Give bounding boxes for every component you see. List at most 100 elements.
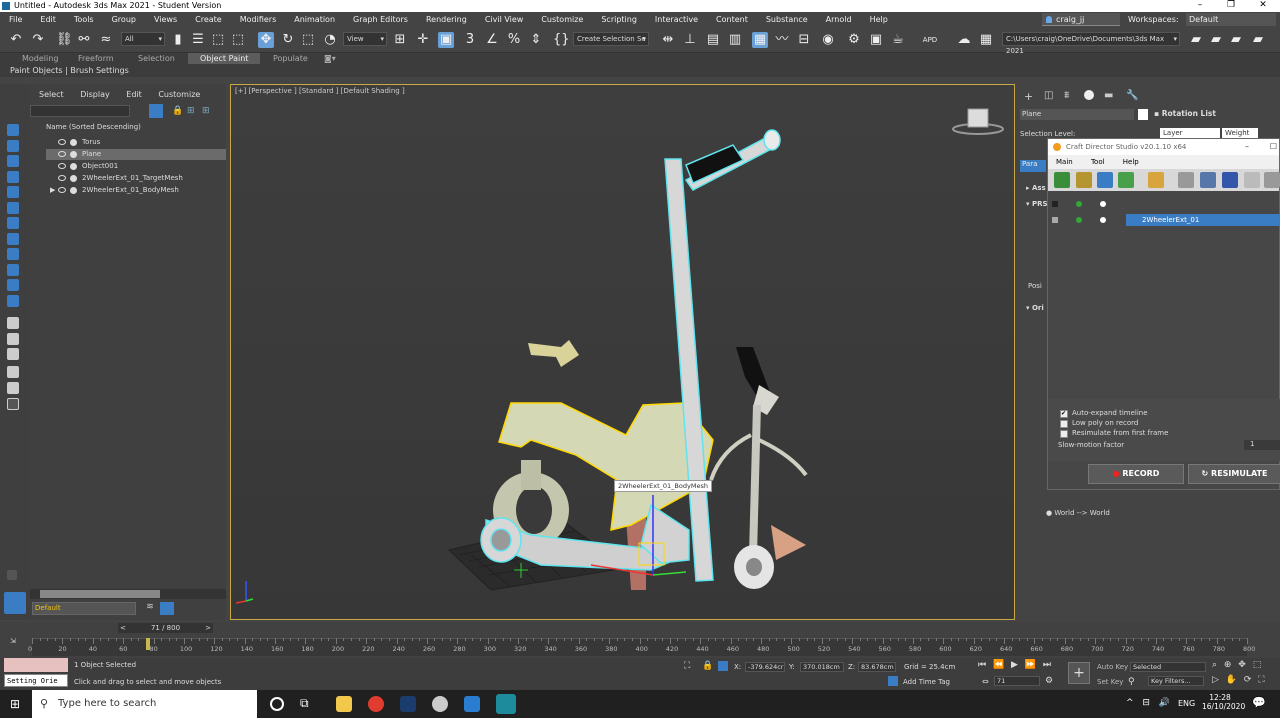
timeline-toggle-icon[interactable]: ⇲ [10,637,22,645]
time-slider-prev-icon[interactable]: < [120,623,126,633]
funnel-icon[interactable] [7,382,19,394]
workspaces-dropdown[interactable]: Default [1186,13,1276,26]
menu-customize[interactable]: Customize [532,12,592,27]
edit-named-selection-icon[interactable]: {} [553,32,570,48]
cortana-icon[interactable] [270,697,284,711]
craft-camera-icon[interactable] [1076,172,1092,188]
time-tag-icon[interactable] [888,676,898,686]
redo-icon[interactable]: ↷ [30,32,46,48]
absolute-relative-icon[interactable] [718,661,728,671]
resimulate-first-checkbox[interactable]: Resimulate from first frame [1060,429,1168,438]
ribbon-tab-freeform[interactable]: Freeform [78,53,114,64]
expand-arrow-icon[interactable]: ▶ [50,185,55,196]
craft-menu-main[interactable]: Main [1048,158,1081,166]
slow-motion-input[interactable]: 1 [1244,440,1280,450]
language-indicator[interactable]: ENG [1178,699,1195,708]
menu-create[interactable]: Create [186,12,231,27]
visibility-eye-icon[interactable] [58,175,66,181]
explorer-menu-customize[interactable]: Customize [158,90,200,99]
time-config-icon[interactable]: ⚙ [1045,676,1053,686]
menu-file[interactable]: File [0,12,31,27]
container-icon[interactable] [7,398,19,410]
menu-civil-view[interactable]: Civil View [476,12,533,27]
menu-help[interactable]: Help [861,12,897,27]
prs-rollout[interactable]: ▾ PRS [1026,200,1048,208]
explorer-menu-edit[interactable]: Edit [126,90,142,99]
craft-help-icon[interactable] [1222,172,1238,188]
menu-tools[interactable]: Tools [65,12,103,27]
percent-snap-icon[interactable]: % [506,32,522,48]
toggle-scene-explorer-icon[interactable]: ▤ [705,32,721,48]
visibility-eye-icon[interactable] [58,187,66,193]
z-coordinate-field[interactable]: 83.678cm [858,662,896,672]
menu-scripting[interactable]: Scripting [592,12,646,27]
file-explorer-icon[interactable] [336,696,352,712]
craft-menu-help[interactable]: Help [1115,158,1147,166]
select-by-name-icon[interactable]: ☰ [190,32,206,48]
apd-label[interactable]: APD [922,32,938,48]
ribbon-tab-selection[interactable]: Selection [138,53,175,64]
display-groups-icon[interactable] [7,233,19,245]
parameters-button[interactable]: Para [1020,160,1046,172]
display-helpers-icon[interactable] [7,202,19,214]
menu-graph-editors[interactable]: Graph Editors [344,12,417,27]
move-icon[interactable]: ✥ [258,32,274,48]
create-tab-icon[interactable]: + [1024,90,1033,103]
utilities-tab-icon[interactable]: 🔧 [1126,90,1138,101]
current-frame-marker[interactable] [146,638,150,650]
ribbon-tab-modeling[interactable]: Modeling [22,53,58,64]
menu-modifiers[interactable]: Modifiers [231,12,286,27]
toggle-layer-explorer-icon[interactable]: ▥ [727,32,743,48]
menu-substance[interactable]: Substance [757,12,817,27]
key-set-dropdown[interactable]: Selected [1130,662,1206,672]
explorer-horizontal-scrollbar[interactable] [30,589,226,599]
place-icon[interactable]: ◔ [322,32,338,48]
rotate-icon[interactable]: ↻ [280,32,296,48]
project-path-dropdown[interactable]: C:\Users\craig\OneDrive\Documents\3ds Ma… [1002,32,1180,55]
set-project-icon[interactable]: ▰ [1188,32,1204,48]
maxscript-listener[interactable] [4,658,68,672]
craft-more-icon[interactable] [1264,172,1280,188]
layer-dropdown[interactable]: Default [32,602,136,615]
state-icon[interactable] [1100,217,1106,223]
selection-lock-icon[interactable]: 🔒 [702,661,713,671]
3dsmax-taskbar-icon[interactable] [496,694,516,714]
link-icon[interactable]: ⛓ [56,32,73,48]
hierarchy-icon[interactable]: ⊞ [187,106,195,116]
undo-icon[interactable]: ↶ [8,32,24,48]
rendered-frame-window-icon[interactable]: ▣ [868,32,884,48]
menu-rendering[interactable]: Rendering [417,12,476,27]
display-bones-icon[interactable] [7,264,19,276]
key-mode-icon[interactable]: ⇔ [982,677,989,686]
y-coordinate-field[interactable]: 370.018cm [800,662,844,672]
tree-item-body-mesh[interactable]: ▶ 2WheelerExt_01_BodyMesh [46,185,226,196]
snaps-toggle-icon[interactable]: 3 [462,32,478,48]
craft-minimize-button[interactable]: – [1245,139,1249,155]
ribbon-tab-object-paint[interactable]: Object Paint [188,53,261,64]
ribbon-options-icon[interactable]: ◙▾ [324,53,336,64]
window-crossing-icon[interactable]: ⬚ [230,32,246,48]
key-filter-icon[interactable]: ⚲ [1128,677,1135,687]
ribbon-tab-populate[interactable]: Populate [273,53,308,64]
explorer-column-header[interactable]: Name (Sorted Descending) [46,123,141,131]
orientation-rollout[interactable]: ▾ Ori [1026,304,1044,312]
set-key-button[interactable]: Set Key [1097,678,1123,686]
curve-editor-icon[interactable]: 〰 [774,32,790,48]
menu-edit[interactable]: Edit [31,12,65,27]
viewport-nav-bottom-icons[interactable]: ▷ ✋ ⟳ ⛶ [1212,675,1267,685]
taskbar-search[interactable]: ⚲ Type here to search [32,690,257,718]
render-cloud-icon[interactable]: ☁ [956,32,972,48]
visibility-eye-icon[interactable] [58,163,66,169]
create-selection-set-dropdown[interactable]: Create Selection Se [573,32,649,46]
notifications-icon[interactable]: 💬 [1252,696,1266,709]
tree-item-plane[interactable]: Plane [46,149,226,160]
reference-coordinate-dropdown[interactable]: View [343,32,387,46]
low-poly-checkbox[interactable]: Low poly on record [1060,419,1138,428]
add-time-tag-button[interactable]: Add Time Tag [903,678,950,686]
state-icon[interactable] [1052,217,1058,223]
current-frame-field[interactable]: 71 [994,676,1040,686]
maxscript-input[interactable]: Setting Orie [4,674,68,687]
maximize-button[interactable]: ❐ [1216,0,1246,12]
craft-tools-icon[interactable] [1178,172,1194,188]
ribbon-subtabs[interactable]: Paint Objects | Brush Settings [10,66,129,76]
